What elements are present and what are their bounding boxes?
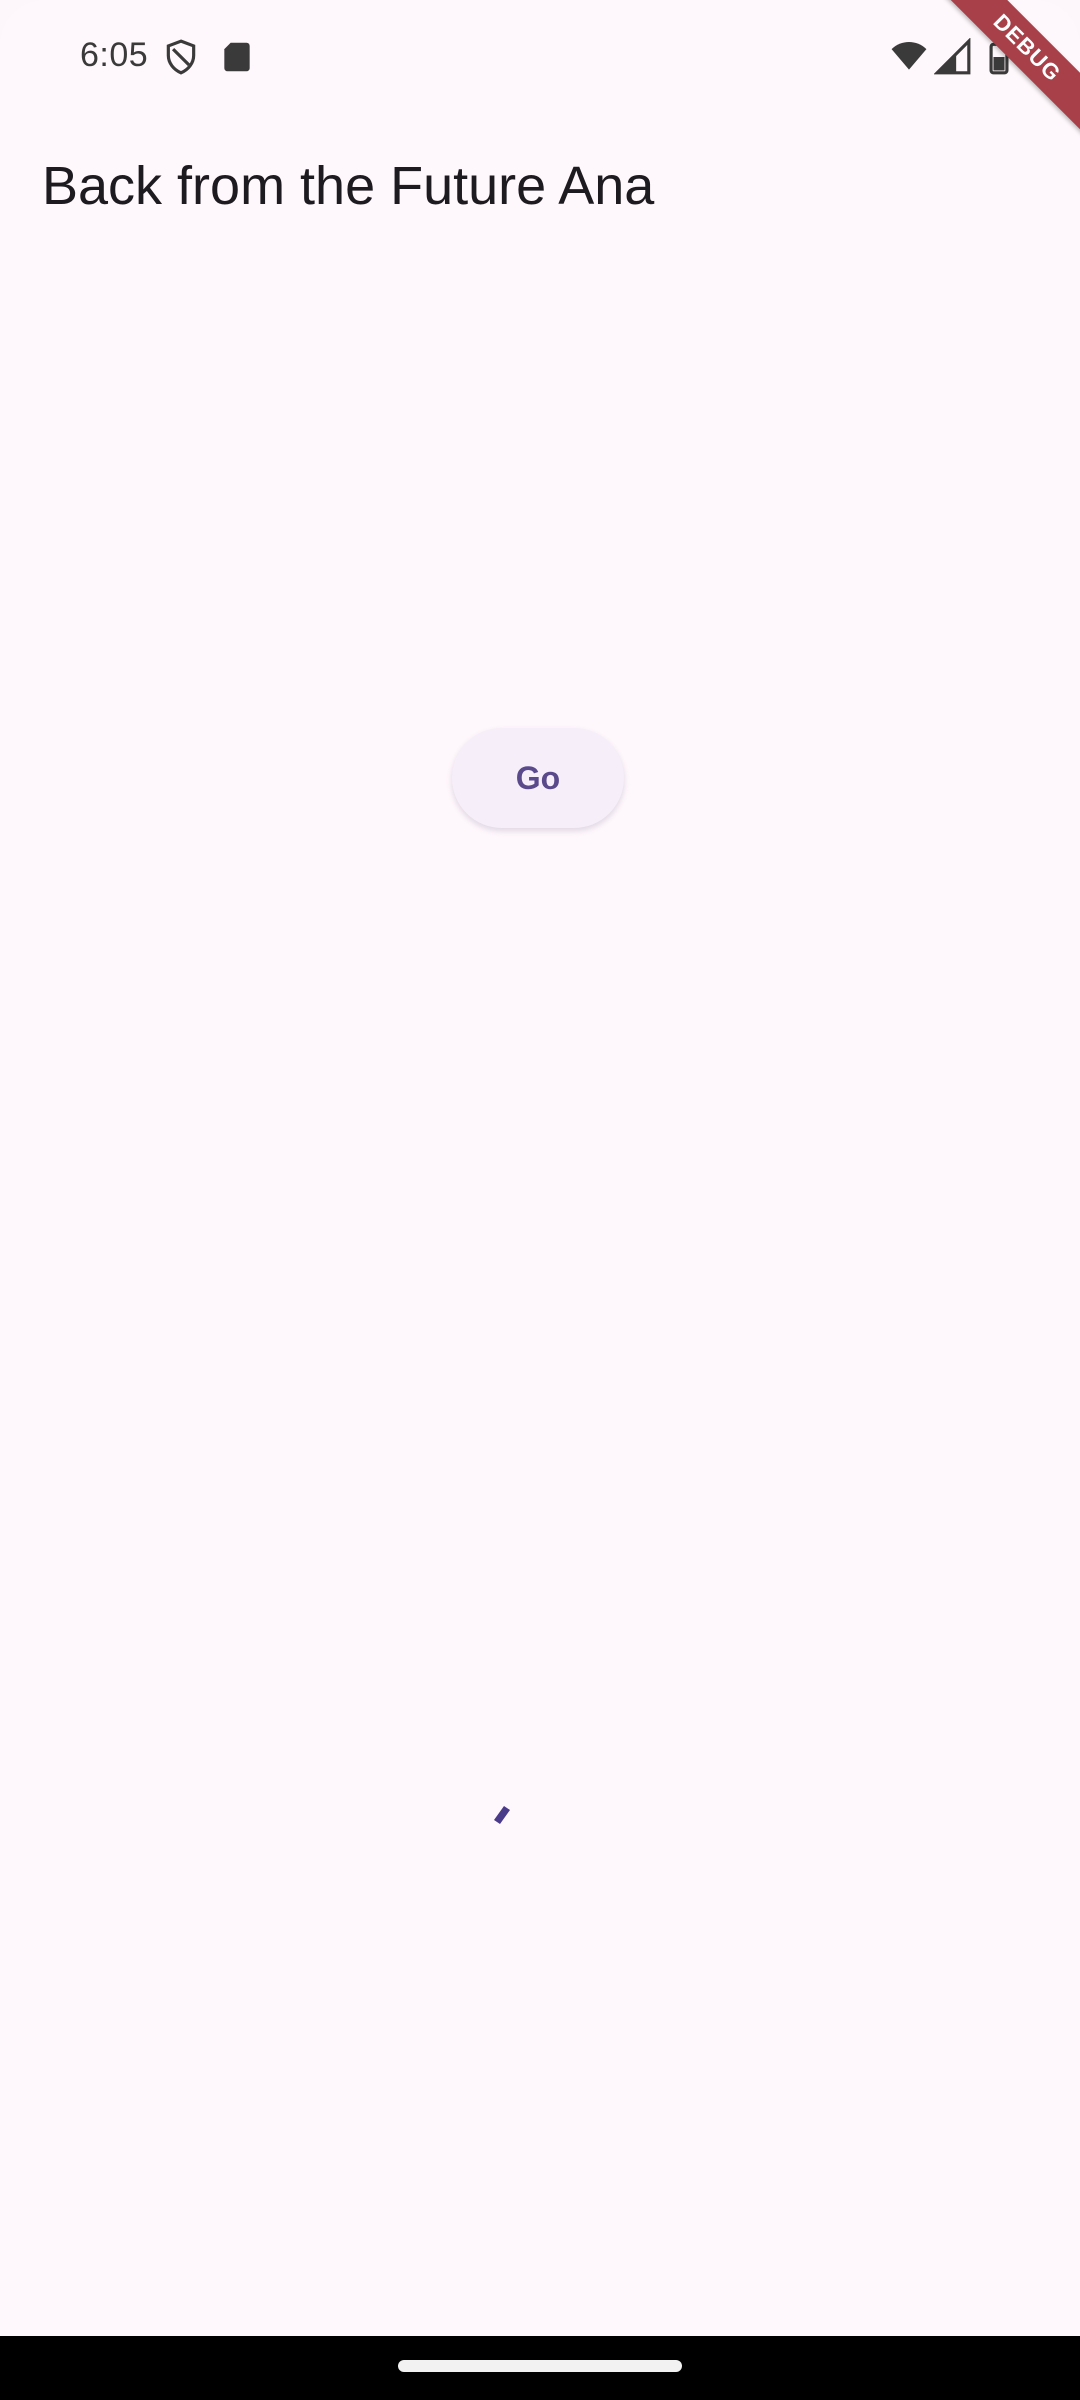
shield-icon (162, 38, 200, 76)
system-navigation-bar (0, 2336, 1080, 2400)
app-screen: 6:05 DEBUG Back from the Future Ana Go (0, 0, 1080, 2336)
go-button[interactable]: Go (452, 728, 624, 828)
status-bar: 6:05 (0, 0, 1080, 120)
wifi-icon (890, 38, 928, 76)
home-gesture-handle[interactable] (398, 2360, 682, 2372)
cell-signal-icon (934, 38, 972, 76)
sd-card-icon (218, 38, 256, 76)
progress-indicator (490, 1800, 514, 1824)
status-time: 6:05 (80, 36, 149, 74)
page-title: Back from the Future Ana (42, 156, 655, 216)
